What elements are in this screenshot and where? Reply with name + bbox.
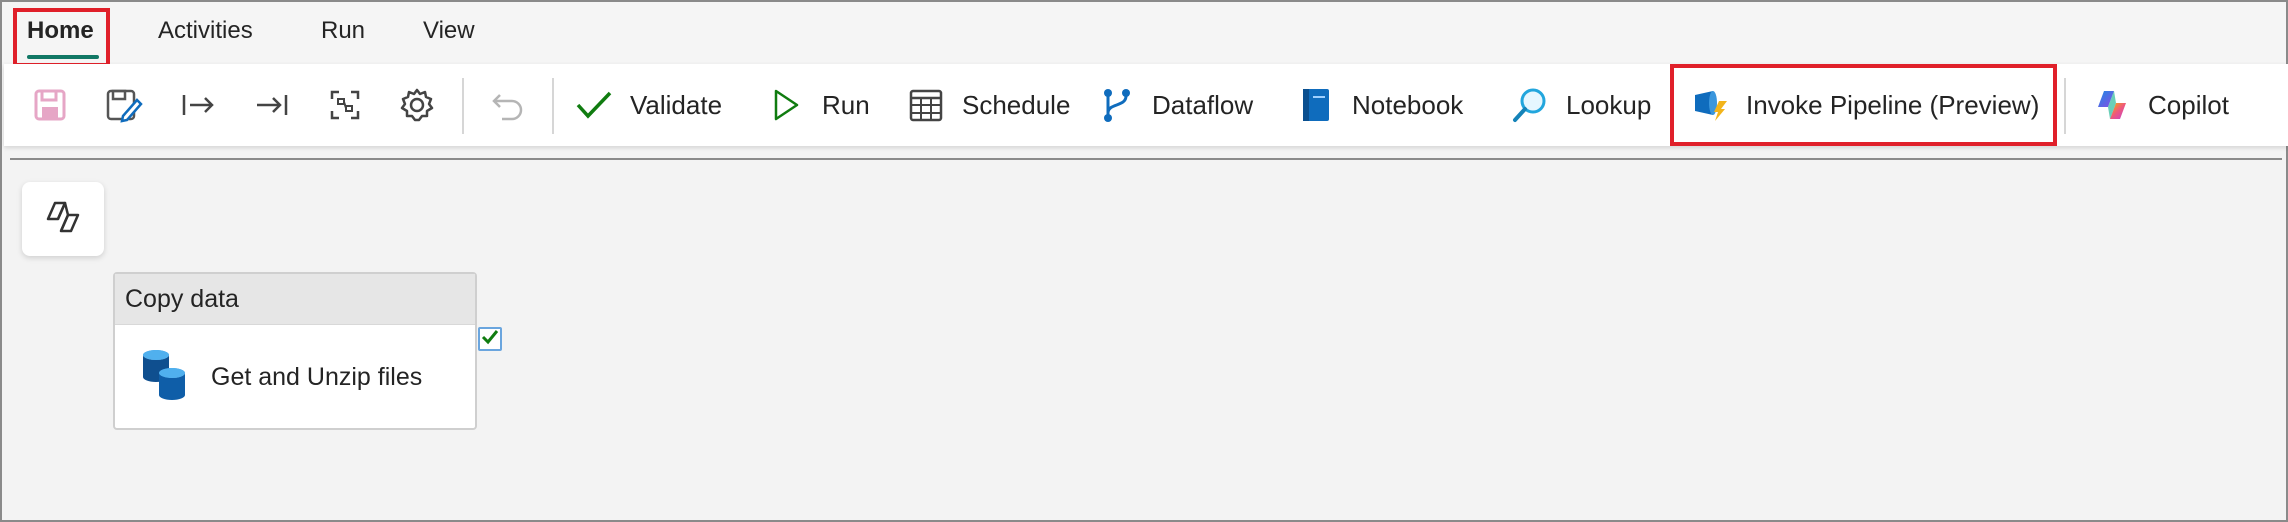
validate-label: Validate xyxy=(630,89,723,120)
copy-data-activity[interactable]: Copy data Get and Unzip files xyxy=(113,272,477,430)
save-as-button[interactable] xyxy=(104,64,144,146)
invoke-pipeline-highlight xyxy=(1670,64,2057,146)
undo-icon xyxy=(488,85,528,125)
fit-view-icon xyxy=(325,85,365,125)
checkmark-icon xyxy=(481,329,499,350)
toolbar-separator xyxy=(462,78,464,134)
activity-success-checkbox[interactable] xyxy=(478,327,502,351)
fit-view-button[interactable] xyxy=(325,64,365,146)
schedule-label: Schedule xyxy=(962,89,1071,120)
activity-name: Get and Unzip files xyxy=(211,362,423,391)
save-button[interactable] xyxy=(30,64,70,146)
copilot-button[interactable]: Copilot xyxy=(2092,64,2229,146)
activity-type-label: Copy data xyxy=(115,274,475,325)
run-button[interactable]: Run xyxy=(766,64,870,146)
checkmark-icon xyxy=(574,85,614,125)
notebook-icon xyxy=(1296,85,1336,125)
validate-button[interactable]: Validate xyxy=(574,64,722,146)
toolbar-separator xyxy=(552,78,554,134)
settings-button[interactable] xyxy=(397,64,437,146)
move-right-icon xyxy=(178,85,218,125)
dataflow-icon xyxy=(1096,85,1136,125)
notebook-button[interactable]: Notebook xyxy=(1296,64,1463,146)
move-right-button[interactable] xyxy=(178,64,218,146)
dataflow-label: Dataflow xyxy=(1152,89,1254,120)
undo-button[interactable] xyxy=(488,64,528,146)
menu-tab-bar: Home Activities Run View xyxy=(2,2,2286,62)
move-to-end-icon xyxy=(252,85,292,125)
schedule-button[interactable]: Schedule xyxy=(906,64,1070,146)
toolbar-separator xyxy=(2064,78,2066,134)
settings-icon xyxy=(397,85,437,125)
tab-run[interactable]: Run xyxy=(321,16,365,46)
save-icon xyxy=(30,85,70,125)
calendar-icon xyxy=(906,85,946,125)
canvas-copilot-button[interactable] xyxy=(22,182,104,256)
dataflow-button[interactable]: Dataflow xyxy=(1096,64,1253,146)
app-window: Home Activities Run View Validate Run Sc… xyxy=(0,0,2288,522)
save-as-icon xyxy=(104,85,144,125)
move-to-end-button[interactable] xyxy=(252,64,292,146)
lookup-icon xyxy=(1510,85,1550,125)
play-icon xyxy=(766,85,806,125)
copilot-outline-icon xyxy=(44,199,82,240)
copilot-label: Copilot xyxy=(2148,89,2229,120)
tab-activities[interactable]: Activities xyxy=(158,16,253,46)
database-icon xyxy=(139,347,189,408)
home-tab-highlight xyxy=(13,8,110,67)
notebook-label: Notebook xyxy=(1352,89,1464,120)
tab-view[interactable]: View xyxy=(423,16,475,46)
activity-body: Get and Unzip files xyxy=(115,325,475,429)
run-label: Run xyxy=(822,89,870,120)
copilot-icon xyxy=(2092,85,2132,125)
lookup-button[interactable]: Lookup xyxy=(1510,64,1651,146)
canvas-divider xyxy=(10,158,2282,160)
lookup-label: Lookup xyxy=(1566,89,1652,120)
